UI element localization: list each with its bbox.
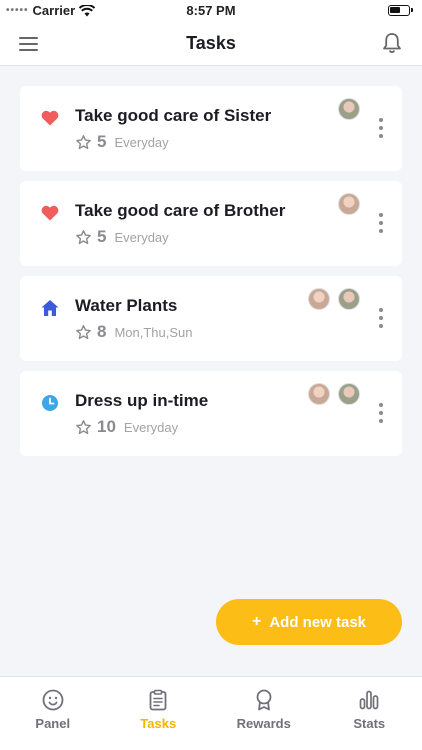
more-options-icon[interactable] (376, 118, 386, 138)
avatar (308, 383, 330, 405)
task-card[interactable]: Dress up in-time 10 Everyday (20, 371, 402, 456)
clock-icon (42, 395, 58, 411)
more-options-icon[interactable] (376, 308, 386, 328)
task-meta: 8 Mon,Thu,Sun (75, 322, 193, 342)
task-points: 5 (97, 227, 107, 246)
more-options-icon[interactable] (376, 403, 386, 423)
task-schedule: Everyday (114, 134, 169, 150)
task-points: 5 (97, 132, 107, 151)
task-title: Take good care of Sister (75, 106, 272, 125)
more-options-icon[interactable] (376, 213, 386, 233)
battery-icon (388, 5, 413, 16)
page-title: Tasks (186, 33, 236, 53)
tab-label: Panel (35, 716, 71, 731)
avatar (338, 98, 360, 120)
task-meta: 10 Everyday (75, 417, 178, 437)
status-bar: ••••• Carrier 8:57 PM (0, 0, 422, 22)
status-time: 8:57 PM (186, 3, 236, 18)
header: Tasks (0, 22, 422, 66)
tab-label: Stats (353, 716, 386, 731)
task-title: Water Plants (75, 296, 178, 315)
tab-panel[interactable]: Panel (0, 677, 106, 750)
avatar (308, 288, 330, 310)
star-icon (76, 229, 91, 244)
task-schedule: Everyday (114, 229, 169, 245)
heart-icon (41, 110, 59, 126)
house-icon (41, 300, 59, 316)
clipboard-icon (149, 689, 167, 711)
task-card[interactable]: Take good care of Sister 5 Everyday (20, 86, 402, 171)
assignee-avatars (308, 288, 360, 310)
avatar (338, 288, 360, 310)
tab-bar: Panel Tasks Rewards Stats (0, 676, 422, 750)
add-new-task-label: Add new task (269, 613, 367, 631)
bar-chart-icon (359, 690, 379, 710)
plus-icon: + (251, 613, 262, 630)
task-title: Take good care of Brother (75, 201, 286, 220)
star-icon (76, 419, 91, 434)
medal-icon (256, 689, 272, 711)
tab-tasks[interactable]: Tasks (106, 677, 212, 750)
task-card[interactable]: Water Plants 8 Mon,Thu,Sun (20, 276, 402, 361)
assignee-avatars (338, 98, 360, 120)
tab-label: Tasks (140, 716, 177, 731)
task-meta: 5 Everyday (75, 227, 169, 247)
tab-rewards[interactable]: Rewards (211, 677, 317, 750)
task-points: 8 (97, 322, 107, 341)
task-points: 10 (97, 417, 116, 436)
task-list: Take good care of Sister 5 Everyday Take… (20, 86, 402, 466)
heart-icon (41, 205, 59, 221)
assignee-avatars (338, 193, 360, 215)
star-icon (76, 134, 91, 149)
bell-icon[interactable] (380, 31, 404, 55)
smiley-icon (42, 689, 64, 711)
task-meta: 5 Everyday (75, 132, 169, 152)
task-schedule: Mon,Thu,Sun (114, 324, 193, 340)
task-schedule: Everyday (123, 419, 179, 435)
add-new-task-button[interactable]: + Add new task (216, 599, 402, 645)
tab-stats[interactable]: Stats (317, 677, 422, 750)
avatar (338, 383, 360, 405)
assignee-avatars (308, 383, 360, 405)
task-title: Dress up in-time (75, 391, 209, 410)
star-icon (76, 324, 91, 339)
tab-label: Rewards (236, 716, 291, 731)
avatar (338, 193, 360, 215)
task-card[interactable]: Take good care of Brother 5 Everyday (20, 181, 402, 266)
